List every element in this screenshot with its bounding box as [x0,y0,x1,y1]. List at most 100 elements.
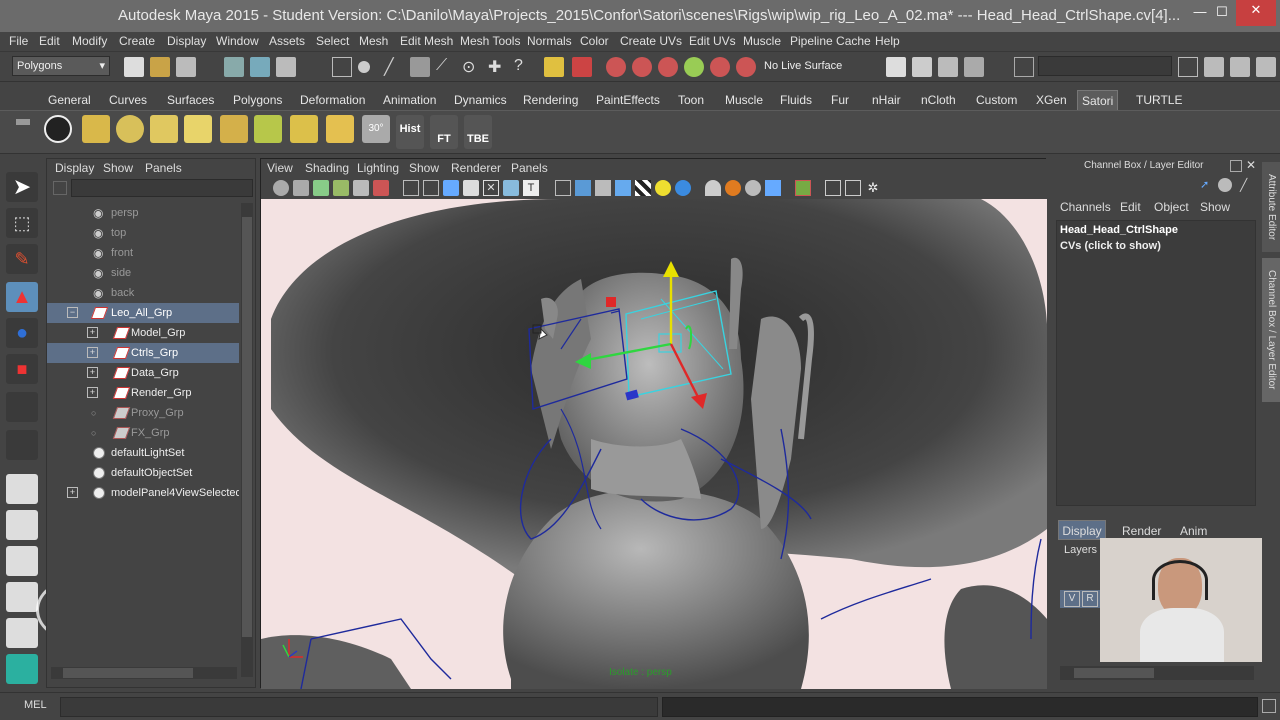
outliner-item-top[interactable]: ◉ top [47,223,239,243]
layer-tab-anim[interactable]: Anim [1180,524,1207,538]
menu-color[interactable]: Color [580,34,609,48]
select-tool-icon[interactable]: ➤ [6,172,38,202]
gate-mask-icon[interactable] [463,180,479,196]
joint-control-icon[interactable] [290,115,318,143]
menu-window[interactable]: Window [216,34,259,48]
scrollbar-thumb[interactable] [63,668,193,678]
float-panel-icon[interactable] [1230,160,1242,172]
menu-mesh-tools[interactable]: Mesh Tools [460,34,520,48]
select-by-handle-icon[interactable] [332,57,352,77]
select-hull-icon[interactable]: ⟋ [436,57,456,77]
smooth-shade-icon[interactable] [575,180,591,196]
grid-control-icon[interactable] [150,115,178,143]
shadows-icon[interactable] [675,180,691,196]
menu-mesh[interactable]: Mesh [359,34,388,48]
shelf-tab-ncloth[interactable]: nCloth [917,90,960,110]
outliner-menu-panels[interactable]: Panels [145,161,182,175]
plane-control-icon[interactable] [184,115,212,143]
channel-show-menu[interactable]: Show [1200,200,1230,214]
channel-box-icon[interactable] [1256,57,1276,77]
outliner-item-default-object-set[interactable]: defaultObjectSet [47,463,239,483]
outliner-item-render-grp[interactable]: + Render_Grp [47,383,239,403]
menu-select[interactable]: Select [316,34,349,48]
shelf-tab-painteffects[interactable]: PaintEffects [592,90,664,110]
layer-visibility-toggle[interactable]: V [1064,591,1080,607]
shelf-tab-toon[interactable]: Toon [674,90,708,110]
snap-curve-icon[interactable] [632,57,652,77]
render-settings-icon[interactable] [964,57,984,77]
expand-icon[interactable]: + [87,327,98,338]
shelf-tab-deformation[interactable]: Deformation [296,90,369,110]
outliner-horizontal-scrollbar[interactable] [51,667,237,679]
menu-assets[interactable]: Assets [269,34,305,48]
camera-attributes-icon[interactable] [293,180,309,196]
menu-create[interactable]: Create [119,34,155,48]
outliner-item-persp[interactable]: ◉ persp [47,203,239,223]
outliner-item-proxy-grp[interactable]: ○ Proxy_Grp [47,403,239,423]
outliner-item-side[interactable]: ◉ side [47,263,239,283]
lock-selection-icon[interactable] [544,57,564,77]
lasso-tool-icon[interactable]: ⬚ [6,208,38,238]
channel-object-menu[interactable]: Object [1154,200,1189,214]
shelf-tab-fur[interactable]: Fur [827,90,853,110]
highlight-selection-icon[interactable] [572,57,592,77]
cvs-click-to-show[interactable]: CVs (click to show) [1060,240,1161,252]
scale-tool-icon[interactable]: ■ [6,354,38,384]
shelf-tab-satori[interactable]: Satori [1077,90,1119,110]
toggle-sidebar-icon[interactable] [1178,57,1198,77]
menu-muscle[interactable]: Muscle [743,34,781,48]
menu-display[interactable]: Display [167,34,206,48]
xray-joints-icon[interactable] [845,180,861,196]
select-pivot-icon[interactable]: ⊙ [462,57,482,77]
expand-icon[interactable]: + [87,347,98,358]
tool-settings-icon[interactable] [1230,57,1250,77]
select-hierarchy-icon[interactable] [224,57,244,77]
outliner-filter-icon[interactable] [53,181,67,195]
resolution-gate-icon[interactable] [443,180,459,196]
hist-button[interactable]: Hist [396,115,424,149]
outliner-persp-layout-icon[interactable] [6,546,38,576]
textured-icon[interactable] [615,180,631,196]
menu-edit[interactable]: Edit [39,34,60,48]
outliner-item-model-panel[interactable]: + modelPanel4ViewSelectedS [47,483,239,503]
satori-logo-icon[interactable] [44,115,72,143]
ipr-render-icon[interactable] [938,57,958,77]
viewport-menu-lighting[interactable]: Lighting [357,161,399,175]
expand-icon[interactable]: + [67,487,78,498]
menu-pipeline-cache[interactable]: Pipeline Cache [790,34,871,48]
select-point-icon[interactable] [358,61,370,73]
sphere-control-icon[interactable] [116,115,144,143]
menu-normals[interactable]: Normals [527,34,572,48]
layer-reference-toggle[interactable]: R [1082,591,1098,607]
image-plane-icon[interactable] [333,180,349,196]
share-icon[interactable]: ✲ [865,180,881,196]
field-chart-icon[interactable]: ✕ [483,180,499,196]
channel-pen-icon[interactable]: ╱ [1240,178,1254,192]
wireframe-icon[interactable] [555,180,571,196]
outliner-search-input[interactable] [71,179,253,197]
select-component-icon[interactable] [276,57,296,77]
depth-of-field-icon[interactable] [765,180,781,196]
script-editor-icon[interactable] [1262,699,1276,713]
move-tool-icon[interactable]: ▲ [6,282,38,312]
close-panel-icon[interactable]: ✕ [1246,158,1260,172]
quick-selection-field[interactable] [1038,56,1172,76]
shelf-tab-general[interactable]: General [44,90,95,110]
outliner-menu-display[interactable]: Display [55,161,94,175]
close-button[interactable]: ✕ [1236,0,1276,26]
hypershade-layout-icon[interactable] [6,618,38,648]
snap-view-icon[interactable] [684,57,704,77]
layer-tab-render[interactable]: Render [1122,524,1161,538]
channel-edit-menu[interactable]: Edit [1120,200,1141,214]
graph-persp-layout-icon[interactable] [6,582,38,612]
rotate-30-icon[interactable]: 30° [362,115,390,143]
shelf-tab-rendering[interactable]: Rendering [519,90,582,110]
select-misc-icon[interactable]: ✚ [488,57,508,77]
box-control-icon[interactable] [220,115,248,143]
xray-icon[interactable] [825,180,841,196]
shelf-menu-icon[interactable] [16,119,30,125]
wireframe-on-shaded-icon[interactable] [595,180,611,196]
menu-help[interactable]: Help [875,34,900,48]
ft-button[interactable]: FT [430,115,458,149]
safe-title-icon[interactable]: T [523,180,539,196]
